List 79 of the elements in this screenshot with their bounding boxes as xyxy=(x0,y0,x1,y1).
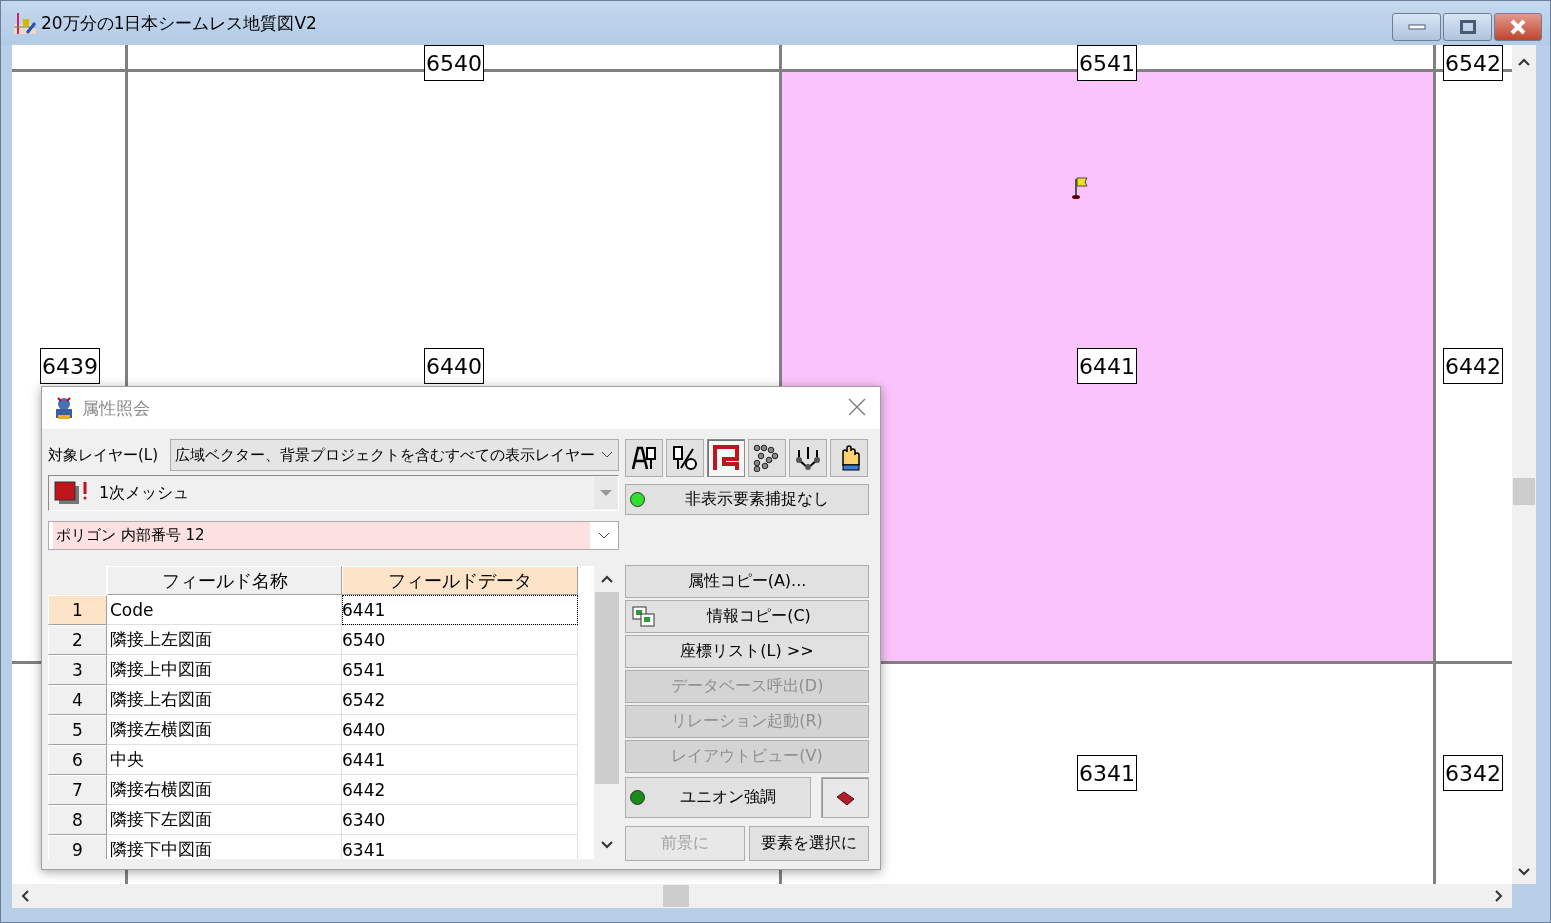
layer-field[interactable]: 1次メッシュ xyxy=(48,475,619,511)
flag-icon xyxy=(1072,175,1090,201)
app-icon xyxy=(13,11,37,35)
maximize-button[interactable] xyxy=(1443,13,1492,41)
table-cell: 隣接下左図面 xyxy=(107,805,342,835)
scroll-thumb[interactable] xyxy=(663,885,689,907)
table-cell: 6441 xyxy=(342,595,578,625)
mesh-number: 6541 xyxy=(1077,45,1137,81)
command-button[interactable]: 要素を選択に xyxy=(749,826,869,861)
tool-button[interactable] xyxy=(625,439,663,477)
vertical-scrollbar[interactable] xyxy=(1512,45,1536,884)
table-cell: 隣接下中図面 xyxy=(107,835,342,859)
table-cell: 6540 xyxy=(342,625,578,655)
status-dot xyxy=(630,790,645,805)
table-cell: 6542 xyxy=(342,685,578,715)
action-button[interactable]: 属性コピー(A)... xyxy=(625,565,869,598)
tool-button[interactable] xyxy=(748,439,786,477)
table-cell: 隣接右横図面 xyxy=(107,775,342,805)
table-cell: 6541 xyxy=(342,655,578,685)
eraser-button[interactable] xyxy=(821,777,869,818)
tool-button[interactable] xyxy=(789,439,827,477)
split-tool-icon xyxy=(671,444,699,472)
horizontal-scrollbar[interactable] xyxy=(12,884,1512,908)
table-cell: 6341 xyxy=(342,835,578,859)
caret-icon xyxy=(599,489,613,497)
close-icon xyxy=(847,397,867,417)
row-header[interactable]: 3 xyxy=(48,655,107,685)
text-tool-icon xyxy=(630,444,658,472)
row-header[interactable]: 7 xyxy=(48,775,107,805)
table-cell: 6441 xyxy=(342,745,578,775)
dialog-title: 属性照会 xyxy=(82,396,150,420)
close-icon xyxy=(1509,19,1527,35)
row-header[interactable]: 4 xyxy=(48,685,107,715)
mesh-number: 6542 xyxy=(1443,45,1503,81)
maximize-icon xyxy=(1459,20,1476,34)
mesh-number: 6342 xyxy=(1443,755,1503,791)
mesh-number: 6439 xyxy=(40,348,100,384)
mesh-number: 6442 xyxy=(1443,348,1503,384)
row-header[interactable]: 8 xyxy=(48,805,107,835)
row-header[interactable]: 2 xyxy=(48,625,107,655)
minimize-button[interactable] xyxy=(1392,13,1441,41)
table-cell: 6440 xyxy=(342,715,578,745)
action-button[interactable]: 情報コピー(C) xyxy=(625,600,869,633)
scroll-thumb[interactable] xyxy=(1513,478,1535,505)
tool-button[interactable] xyxy=(666,439,704,477)
tool-button[interactable] xyxy=(830,439,868,477)
table-cell: 6442 xyxy=(342,775,578,805)
nodes-tool-icon xyxy=(794,444,822,472)
table-cell: 隣接上右図面 xyxy=(107,685,342,715)
status-dot xyxy=(630,492,645,507)
scroll-thumb[interactable] xyxy=(595,592,619,784)
window-title: 20万分の1日本シームレス地質図V2 xyxy=(41,11,317,35)
minimize-icon xyxy=(1407,24,1426,30)
layer-select[interactable]: 広域ベクター、背景プロジェクトを含むすべての表示レイヤー xyxy=(170,439,619,471)
element-select[interactable]: ポリゴン 内部番号 12 xyxy=(48,521,619,550)
row-header[interactable]: 5 xyxy=(48,715,107,745)
row-header[interactable]: 9 xyxy=(48,835,107,859)
mesh-number: 6540 xyxy=(424,45,484,81)
mesh-number: 6441 xyxy=(1077,348,1137,384)
table-cell: 6340 xyxy=(342,805,578,835)
table-cell: 隣接上左図面 xyxy=(107,625,342,655)
column-header[interactable]: フィールドデータ xyxy=(342,566,578,595)
column-header[interactable]: フィールド名称 xyxy=(107,566,342,595)
hidden-capture-toggle[interactable]: 非表示要素捕捉なし xyxy=(625,484,869,515)
points-tool-icon xyxy=(753,444,781,472)
table-cell: 隣接左横図面 xyxy=(107,715,342,745)
table-cell: Code xyxy=(107,595,342,625)
layer-label: 対象レイヤー(L) xyxy=(48,445,160,465)
close-button[interactable] xyxy=(1494,13,1542,41)
copy-icon xyxy=(632,605,656,628)
action-button[interactable]: 座標リスト(L) >> xyxy=(625,635,869,668)
row-header[interactable]: 6 xyxy=(48,745,107,775)
polygon-tool-icon xyxy=(712,444,740,472)
mesh-number: 6341 xyxy=(1077,755,1137,791)
row-header[interactable]: 1 xyxy=(48,595,107,625)
table-cell: 隣接上中図面 xyxy=(107,655,342,685)
union-toggle[interactable]: ユニオン強調 xyxy=(625,777,811,818)
mesh-number: 6440 xyxy=(424,348,484,384)
table-cell: 中央 xyxy=(107,745,342,775)
